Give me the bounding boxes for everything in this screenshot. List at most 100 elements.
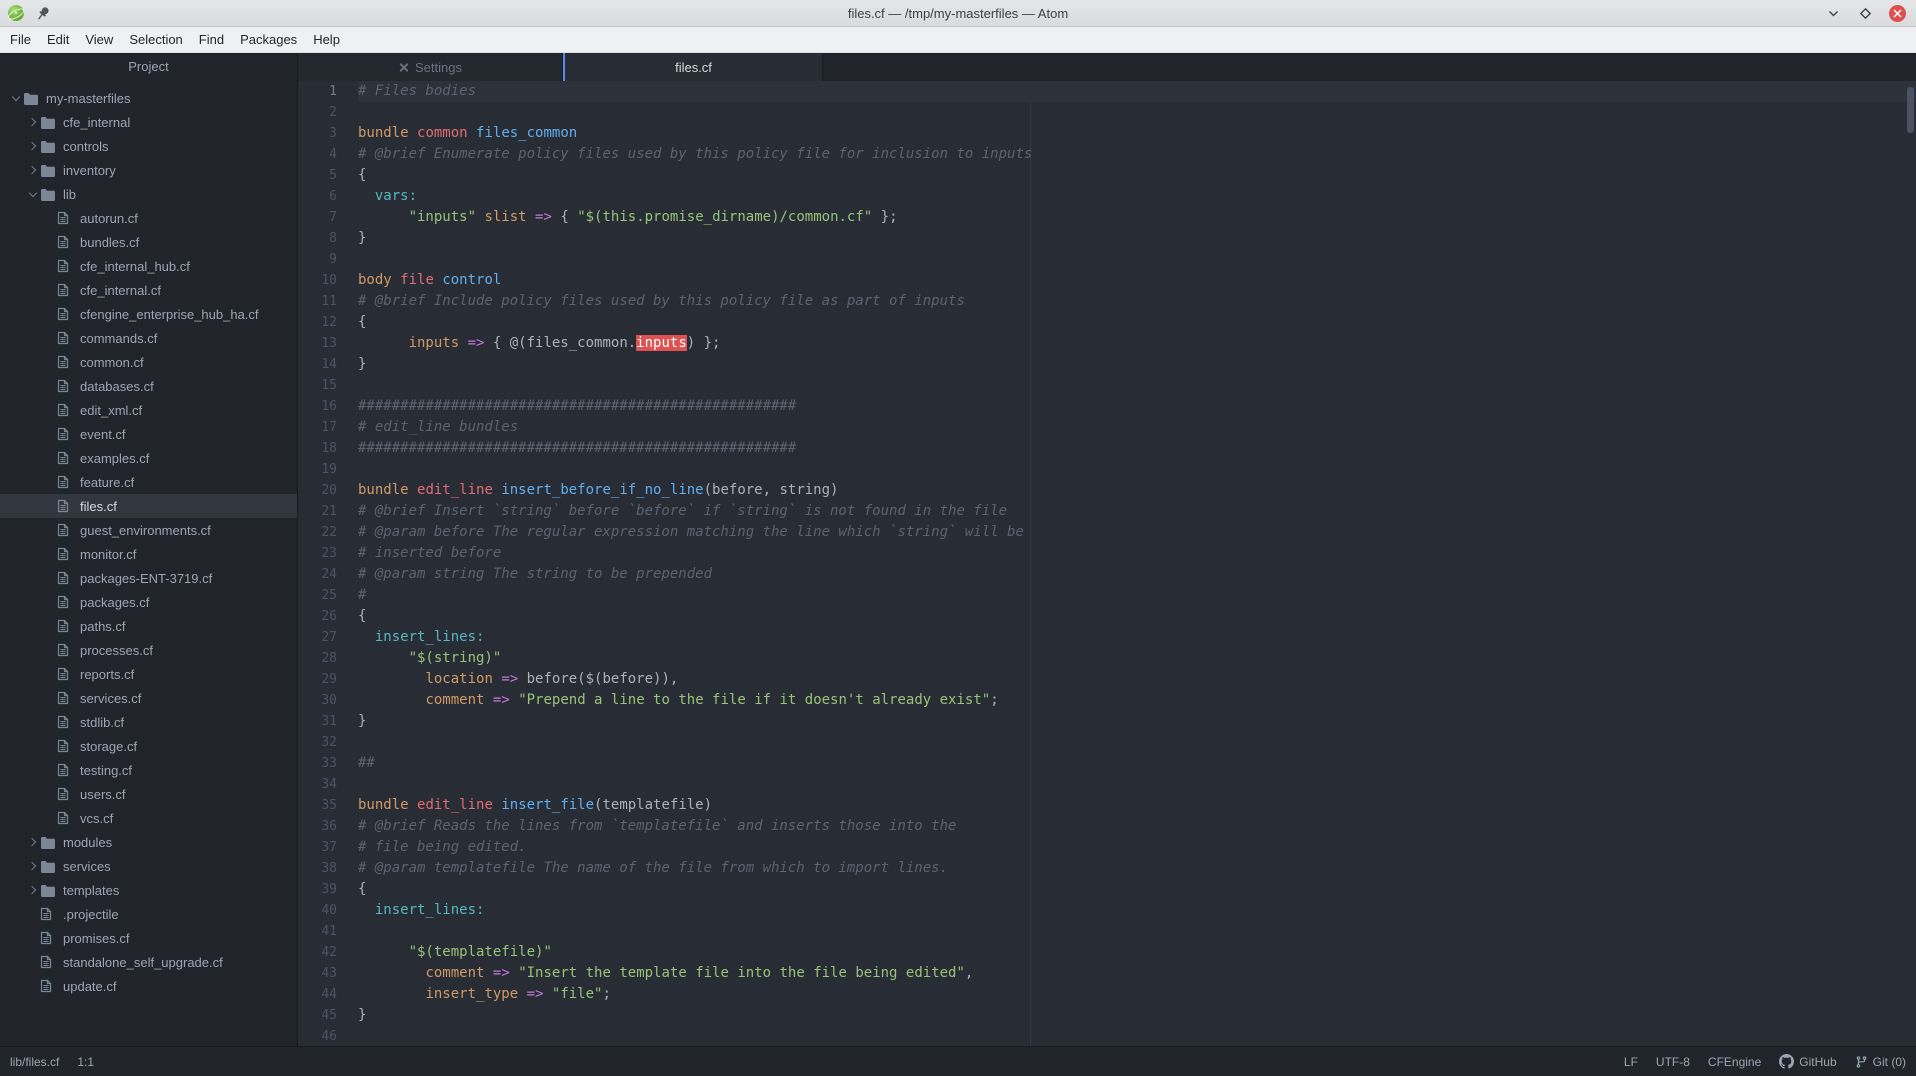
- tree-file-paths-cf[interactable]: paths.cf: [0, 614, 297, 638]
- code-line-41[interactable]: 41: [298, 921, 1916, 942]
- tree-file-cfengine-enterprise-hub-ha-cf[interactable]: cfengine_enterprise_hub_ha.cf: [0, 302, 297, 326]
- status-encoding[interactable]: UTF-8: [1656, 1055, 1690, 1069]
- menu-selection[interactable]: Selection: [121, 27, 190, 53]
- menu-view[interactable]: View: [77, 27, 121, 53]
- tab-settings[interactable]: Settings: [298, 53, 563, 81]
- code-line-23[interactable]: 23# inserted before: [298, 543, 1916, 564]
- code-line-4[interactable]: 4# @brief Enumerate policy files used by…: [298, 144, 1916, 165]
- tree-file-monitor-cf[interactable]: monitor.cf: [0, 542, 297, 566]
- code-line-11[interactable]: 11# @brief Include policy files used by …: [298, 291, 1916, 312]
- tree-folder-inventory[interactable]: inventory: [0, 158, 297, 182]
- tree-file-cfe-internal-hub-cf[interactable]: cfe_internal_hub.cf: [0, 254, 297, 278]
- code-line-38[interactable]: 38# @param templatefile The name of the …: [298, 858, 1916, 879]
- code-line-8[interactable]: 8}: [298, 228, 1916, 249]
- tree-file-storage-cf[interactable]: storage.cf: [0, 734, 297, 758]
- code-line-36[interactable]: 36# @brief Reads the lines from `templat…: [298, 816, 1916, 837]
- tree-file-packages-ENT-3719-cf[interactable]: packages-ENT-3719.cf: [0, 566, 297, 590]
- tree-file-testing-cf[interactable]: testing.cf: [0, 758, 297, 782]
- code-line-9[interactable]: 9: [298, 249, 1916, 270]
- tree-file-bundles-cf[interactable]: bundles.cf: [0, 230, 297, 254]
- tree-folder-cfe-internal[interactable]: cfe_internal: [0, 110, 297, 134]
- editor[interactable]: 1# Files bodies23bundle common files_com…: [298, 81, 1916, 1046]
- code-line-12[interactable]: 12{: [298, 312, 1916, 333]
- tree-folder-lib[interactable]: lib: [0, 182, 297, 206]
- code-line-32[interactable]: 32: [298, 732, 1916, 753]
- tree-file-promises-cf[interactable]: promises.cf: [0, 926, 297, 950]
- status-github[interactable]: GitHub: [1779, 1054, 1836, 1069]
- code-line-35[interactable]: 35bundle edit_line insert_file(templatef…: [298, 795, 1916, 816]
- chevron-right-icon[interactable]: [25, 863, 40, 869]
- tree-file-update-cf[interactable]: update.cf: [0, 974, 297, 998]
- tree-folder-my-masterfiles[interactable]: my-masterfiles: [0, 86, 297, 110]
- code-area[interactable]: 1# Files bodies23bundle common files_com…: [298, 81, 1916, 1046]
- tree-file-files-cf[interactable]: files.cf: [0, 494, 297, 518]
- code-line-14[interactable]: 14}: [298, 354, 1916, 375]
- minimize-button[interactable]: [1825, 5, 1842, 22]
- code-line-28[interactable]: 28 "$(string)": [298, 648, 1916, 669]
- menu-help[interactable]: Help: [305, 27, 348, 53]
- code-line-34[interactable]: 34: [298, 774, 1916, 795]
- tree-file-databases-cf[interactable]: databases.cf: [0, 374, 297, 398]
- code-line-3[interactable]: 3bundle common files_common: [298, 123, 1916, 144]
- chevron-right-icon[interactable]: [25, 119, 40, 125]
- code-line-2[interactable]: 2: [298, 102, 1916, 123]
- code-line-46[interactable]: 46: [298, 1026, 1916, 1046]
- tree-file-packages-cf[interactable]: packages.cf: [0, 590, 297, 614]
- code-line-44[interactable]: 44 insert_type => "file";: [298, 984, 1916, 1005]
- code-line-5[interactable]: 5{: [298, 165, 1916, 186]
- code-line-39[interactable]: 39{: [298, 879, 1916, 900]
- code-line-15[interactable]: 15: [298, 375, 1916, 396]
- code-line-16[interactable]: 16######################################…: [298, 396, 1916, 417]
- code-line-26[interactable]: 26{: [298, 606, 1916, 627]
- code-line-30[interactable]: 30 comment => "Prepend a line to the fil…: [298, 690, 1916, 711]
- code-line-37[interactable]: 37# file being edited.: [298, 837, 1916, 858]
- tree-file-standalone-self-upgrade-cf[interactable]: standalone_self_upgrade.cf: [0, 950, 297, 974]
- tree-file-stdlib-cf[interactable]: stdlib.cf: [0, 710, 297, 734]
- chevron-right-icon[interactable]: [25, 167, 40, 173]
- tree-folder-services[interactable]: services: [0, 854, 297, 878]
- menu-find[interactable]: Find: [191, 27, 232, 53]
- code-line-27[interactable]: 27 insert_lines:: [298, 627, 1916, 648]
- code-line-21[interactable]: 21# @brief Insert `string` before `befor…: [298, 501, 1916, 522]
- code-line-33[interactable]: 33##: [298, 753, 1916, 774]
- tree-folder-modules[interactable]: modules: [0, 830, 297, 854]
- status-grammar[interactable]: CFEngine: [1708, 1055, 1761, 1069]
- code-line-22[interactable]: 22# @param before The regular expression…: [298, 522, 1916, 543]
- code-line-13[interactable]: 13 inputs => { @(files_common.inputs) };: [298, 333, 1916, 354]
- menu-edit[interactable]: Edit: [39, 27, 77, 53]
- close-button[interactable]: [1889, 5, 1906, 22]
- code-line-45[interactable]: 45}: [298, 1005, 1916, 1026]
- tree-file-services-cf[interactable]: services.cf: [0, 686, 297, 710]
- code-line-7[interactable]: 7 "inputs" slist => { "$(this.promise_di…: [298, 207, 1916, 228]
- tree-file-vcs-cf[interactable]: vcs.cf: [0, 806, 297, 830]
- code-line-18[interactable]: 18######################################…: [298, 438, 1916, 459]
- tree-folder-templates[interactable]: templates: [0, 878, 297, 902]
- tree-file-autorun-cf[interactable]: autorun.cf: [0, 206, 297, 230]
- chevron-right-icon[interactable]: [25, 887, 40, 893]
- tree-file-examples-cf[interactable]: examples.cf: [0, 446, 297, 470]
- tree-file-common-cf[interactable]: common.cf: [0, 350, 297, 374]
- code-line-43[interactable]: 43 comment => "Insert the template file …: [298, 963, 1916, 984]
- menu-file[interactable]: File: [2, 27, 39, 53]
- tree-file-feature-cf[interactable]: feature.cf: [0, 470, 297, 494]
- tree-folder-controls[interactable]: controls: [0, 134, 297, 158]
- chevron-down-icon[interactable]: [8, 97, 23, 100]
- chevron-down-icon[interactable]: [25, 193, 40, 196]
- code-line-25[interactable]: 25#: [298, 585, 1916, 606]
- tree-file--projectile[interactable]: .projectile: [0, 902, 297, 926]
- tree-file-users-cf[interactable]: users.cf: [0, 782, 297, 806]
- tree-file-edit-xml-cf[interactable]: edit_xml.cf: [0, 398, 297, 422]
- code-line-1[interactable]: 1# Files bodies: [298, 81, 1916, 102]
- tree-file-guest-environments-cf[interactable]: guest_environments.cf: [0, 518, 297, 542]
- scrollbar-thumb[interactable]: [1907, 87, 1914, 133]
- status-git[interactable]: Git (0): [1855, 1055, 1906, 1069]
- tree-file-processes-cf[interactable]: processes.cf: [0, 638, 297, 662]
- chevron-right-icon[interactable]: [25, 839, 40, 845]
- code-line-20[interactable]: 20bundle edit_line insert_before_if_no_l…: [298, 480, 1916, 501]
- code-line-24[interactable]: 24# @param string The string to be prepe…: [298, 564, 1916, 585]
- tab-files-cf[interactable]: files.cf: [563, 53, 823, 81]
- tree-file-cfe-internal-cf[interactable]: cfe_internal.cf: [0, 278, 297, 302]
- status-cursor-position[interactable]: 1:1: [77, 1055, 94, 1069]
- menu-packages[interactable]: Packages: [232, 27, 305, 53]
- code-line-31[interactable]: 31}: [298, 711, 1916, 732]
